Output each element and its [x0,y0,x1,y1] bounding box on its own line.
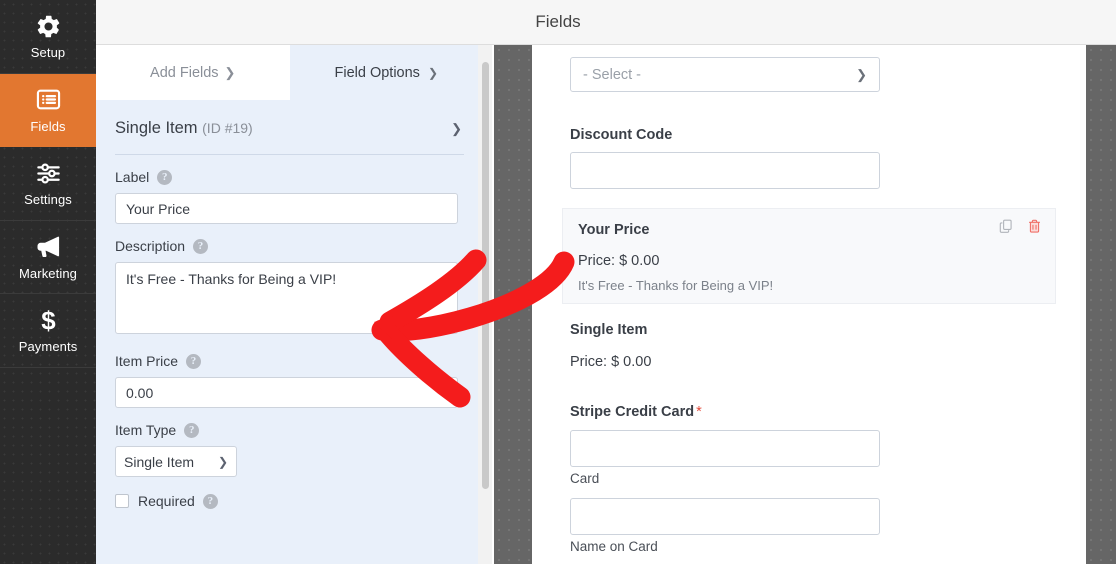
sidebar-label-marketing: Marketing [19,266,77,281]
sliders-icon [35,159,62,187]
gear-icon [35,12,62,40]
label-field-label: Label ? [115,169,464,185]
discount-code-input[interactable] [570,152,880,189]
sidebar-item-settings[interactable]: Settings [0,147,96,221]
sidebar-empty-space [0,368,96,564]
sidebar-item-setup[interactable]: Setup [0,0,96,74]
form-builder-app: Fields Setup [0,0,1116,564]
help-icon[interactable]: ? [203,494,218,509]
your-price-amount: Price: $ 0.00 [578,253,659,269]
description-textarea[interactable]: It's Free - Thanks for Being a VIP! [115,262,458,334]
item-type-select[interactable]: Single Item ❯ [115,446,237,477]
description-field-label: Description ? [115,238,464,254]
field-header: Single Item (ID #19) ❯ [115,100,464,155]
description-field-group: Description ? It's Free - Thanks for Bei… [115,224,464,339]
item-price-input[interactable] [115,377,458,408]
sidebar-label-setup: Setup [31,45,65,60]
label-field-text: Label [115,169,149,185]
panel-body: Single Item (ID #19) ❯ Label ? Descripti… [96,100,483,564]
stripe-name-input[interactable] [570,498,880,535]
chevron-down-icon[interactable]: ❯ [449,121,464,137]
panel-tabs: Add Fields ❯ Field Options ❯ [96,45,483,100]
your-price-description: It's Free - Thanks for Being a VIP! [578,278,773,293]
preview-select-value: - Select - [583,67,641,83]
label-input[interactable] [115,193,458,224]
stripe-credit-card-label: Stripe Credit Card* [570,404,702,420]
stripe-card-sublabel: Card [570,471,599,486]
your-price-field-highlight[interactable]: Your Price Price: $ 0.00 It's Free - Tha… [562,208,1056,304]
chevron-down-icon: ❯ [218,455,228,469]
chevron-down-icon: ❯ [428,66,438,80]
tab-field-options-label: Field Options [335,65,420,81]
svg-text:$: $ [41,307,56,334]
field-id: (ID #19) [202,120,253,136]
trash-icon[interactable] [1026,218,1043,240]
field-name: Single Item [115,119,198,137]
item-price-field-label: Item Price ? [115,353,464,369]
item-type-selected-value: Single Item [124,454,194,470]
sidebar-item-payments[interactable]: $ Payments [0,294,96,368]
stripe-label-text: Stripe Credit Card [570,404,694,420]
discount-code-label: Discount Code [570,127,672,143]
chevron-right-icon: ❯ [225,65,236,81]
preview-gutter-right [1086,45,1116,564]
help-icon[interactable]: ? [184,423,199,438]
megaphone-icon [34,233,62,261]
tab-add-fields[interactable]: Add Fields ❯ [96,45,290,100]
item-price-field-text: Item Price [115,353,178,369]
stripe-card-input[interactable] [570,430,880,467]
list-icon [35,86,62,114]
tab-field-options[interactable]: Field Options ❯ [290,45,484,100]
duplicate-icon[interactable] [998,218,1015,240]
sidebar-item-fields[interactable]: Fields [0,74,96,148]
sidebar-label-fields: Fields [30,119,65,134]
panel-scrollbar-thumb[interactable] [482,62,489,489]
your-price-label: Your Price [578,222,649,238]
label-field-group: Label ? [115,155,464,224]
page-title: Fields [0,0,1116,44]
required-label: Required [138,493,195,509]
single-item-price: Price: $ 0.00 [570,354,651,370]
tab-add-fields-label: Add Fields [150,65,219,81]
sidebar-label-settings: Settings [24,192,72,207]
help-icon[interactable]: ? [186,354,201,369]
field-actions [998,218,1043,240]
required-field-group: Required ? [115,477,464,509]
sidebar-label-payments: Payments [19,339,78,354]
field-header-title: Single Item (ID #19) [115,119,253,138]
form-preview: - Select - ❯ Discount Code [532,45,1086,564]
dollar-icon: $ [35,306,62,334]
item-type-field-label: Item Type ? [115,422,464,438]
item-type-field-text: Item Type [115,422,176,438]
sidebar-item-marketing[interactable]: Marketing [0,221,96,295]
item-price-field-group: Item Price ? [115,339,464,408]
single-item-label: Single Item [570,322,647,338]
chevron-down-icon: ❯ [856,67,867,83]
preview-select-field[interactable]: - Select - ❯ [570,57,880,92]
help-icon[interactable]: ? [193,239,208,254]
required-checkbox[interactable] [115,494,129,508]
top-header-bar: Fields [0,0,1116,45]
help-icon[interactable]: ? [157,170,172,185]
stripe-name-sublabel: Name on Card [570,539,658,554]
preview-gutter-left [494,45,532,564]
required-asterisk: * [696,404,702,420]
field-options-panel: Add Fields ❯ Field Options ❯ Single Item… [96,45,483,564]
description-field-text: Description [115,238,185,254]
main-sidebar: Setup Fields [0,0,96,564]
item-type-field-group: Item Type ? Single Item ❯ [115,408,464,477]
